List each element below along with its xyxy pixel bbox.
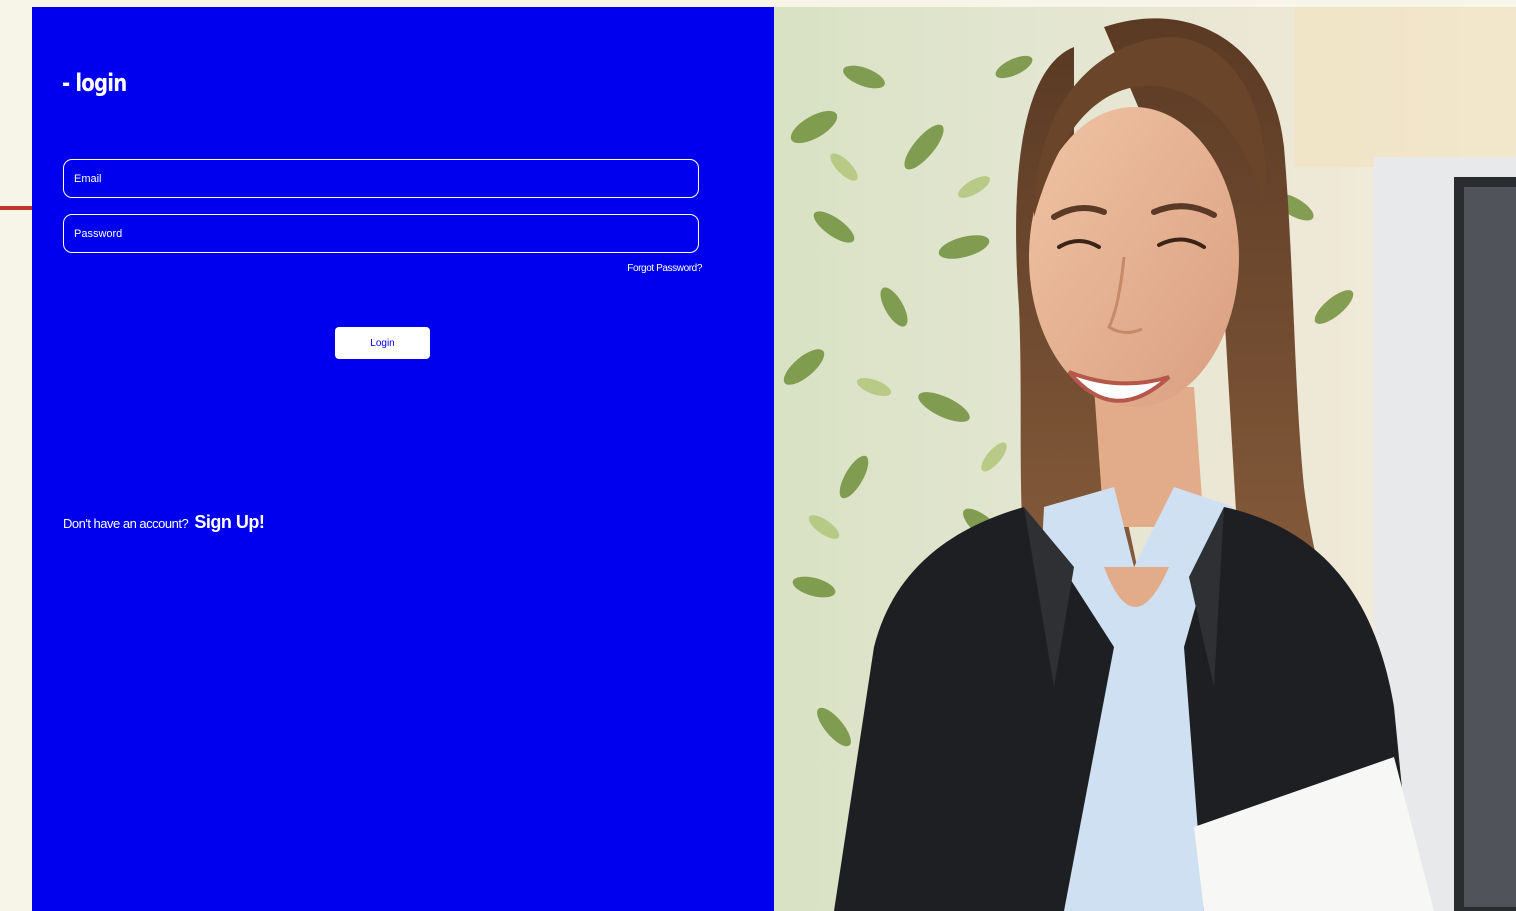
- login-button[interactable]: Login: [335, 327, 430, 359]
- page-title: - login: [62, 69, 127, 97]
- signup-link[interactable]: Sign Up!: [194, 512, 265, 532]
- hero-photo: [774, 7, 1516, 911]
- signup-prompt: Don't have an account?: [63, 516, 189, 531]
- smiling-businesswoman-photo-icon: [774, 7, 1516, 911]
- signup-row: Don't have an account? Sign Up!: [63, 512, 265, 533]
- password-field[interactable]: [63, 214, 699, 253]
- page: - login Forgot Password? Login Don't hav…: [0, 0, 1516, 911]
- forgot-password-link[interactable]: Forgot Password?: [627, 263, 702, 274]
- login-panel: - login Forgot Password? Login Don't hav…: [32, 7, 774, 911]
- email-field[interactable]: [63, 159, 699, 198]
